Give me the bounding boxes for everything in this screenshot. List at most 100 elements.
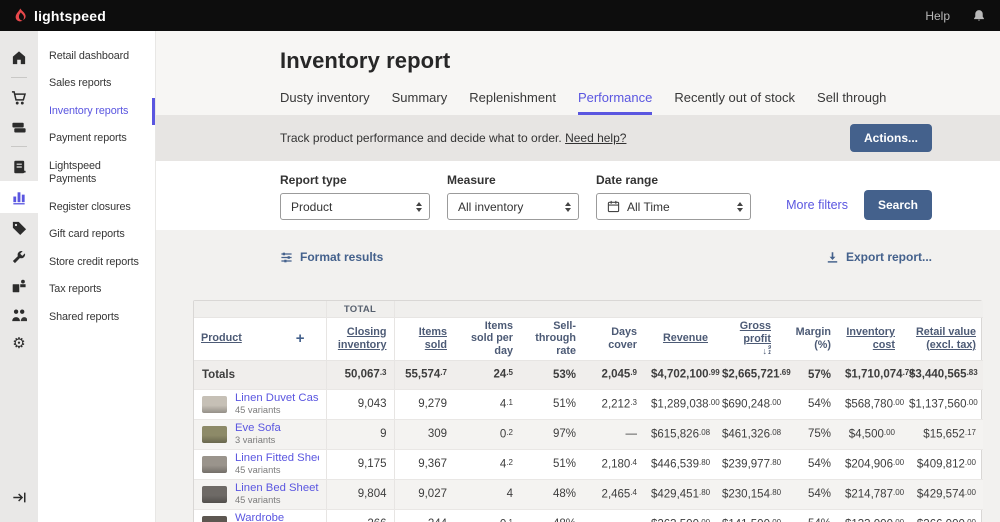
column-header-stack: Retail value (excl. tax) [909,326,976,351]
product-link[interactable]: Linen Bed Sheet [235,482,319,494]
value-cell: 4.1 [454,389,520,420]
tab-summary[interactable]: Summary [392,90,448,115]
tag-icon[interactable] [0,213,38,242]
product-thumbnail [202,395,227,413]
banner-text: Track product performance and decide wha… [280,131,626,145]
product-link[interactable]: Wardrobe [235,512,284,522]
product-text: Linen Fitted Sheet 45 variants [235,452,319,476]
inventory-icon[interactable] [0,271,38,300]
total-group-spacer [838,301,902,318]
add-column-button[interactable]: + [296,331,305,346]
format-results-button[interactable]: Format results [280,250,383,264]
bell-icon[interactable] [972,8,986,23]
value-cell: $409,812.00 [902,449,983,480]
tab-performance[interactable]: Performance [577,90,653,115]
column-header-revenue[interactable]: Revenue [644,317,715,361]
product-header: Product + [201,331,319,346]
decimal-part: .00 [965,518,976,522]
calendar-icon [607,200,620,213]
column-label[interactable]: Gross profit [722,320,771,345]
total-group-spacer [394,301,454,318]
value-cell: $204,906.00 [838,449,904,480]
value-cell: — [583,419,644,450]
value-cell: 9,367 [394,449,454,480]
value-cell: 0.1 [454,509,520,522]
sidebar-item-register-closures[interactable]: Register closures [38,194,155,221]
totals-value: $4,702,100.99 [644,360,720,390]
help-link[interactable]: Help [925,9,950,23]
banner-sentence: Track product performance and decide wha… [280,131,562,145]
search-button[interactable]: Search [863,190,932,220]
column-header-product[interactable]: Product + [194,317,327,361]
tab-recently-out-of-stock[interactable]: Recently out of stock [674,90,795,115]
totals-value: $2,665,721.69 [715,360,791,390]
report-content: Format results Export report... TOTAL Pr… [156,230,1000,522]
decimal-part: .00 [892,487,905,497]
sidebar-item-inventory-reports[interactable]: Inventory reports [38,97,155,126]
filter-actions: More filters Search [786,190,932,220]
export-report-button[interactable]: Export report... [826,250,932,264]
sidebar-item-shared-reports[interactable]: Shared reports [38,304,155,331]
sidebar-item-tax-reports[interactable]: Tax reports [38,276,155,303]
column-header-stack: Closing inventory [334,326,387,351]
sidebar-item-store-credit-reports[interactable]: Store credit reports [38,249,155,276]
ledger-icon[interactable] [0,152,38,181]
lightspeed-logo[interactable]: lightspeed [12,7,106,24]
sidebar-item-sales-reports[interactable]: Sales reports [38,70,155,97]
tab-dusty-inventory[interactable]: Dusty inventory [280,90,370,115]
settings-icon[interactable]: ⚙ [0,329,38,358]
report-type-select[interactable]: Product [280,193,430,220]
download-icon [826,251,839,264]
collapse-icon[interactable] [0,483,38,512]
column-label[interactable]: Items sold [402,326,447,351]
wrench-icon[interactable] [0,242,38,271]
tab-replenishment[interactable]: Replenishment [469,90,556,115]
column-header-stack: Days cover [590,326,637,351]
column-header-inventory-cost[interactable]: Inventory cost [838,317,902,361]
column-label[interactable]: Product [201,332,242,345]
column-label[interactable]: Retail value (excl. tax) [909,326,976,351]
product-text: Linen Bed Sheet 45 variants [235,482,319,506]
column-header-gross-profit[interactable]: Gross profit ↓ 9 1 [715,317,778,361]
column-header-retail-value-excl-tax[interactable]: Retail value (excl. tax) [902,317,983,361]
total-group-spacer [644,301,715,318]
reports-icon[interactable] [0,181,38,213]
column-label: Sell-through rate [535,319,576,357]
column-header-stack: Margin (%) [785,326,831,351]
value-cell: 9,043 [326,389,395,420]
more-filters-link[interactable]: More filters [786,198,848,212]
sidebar-item-payment-reports[interactable]: Payment reports [38,125,155,152]
table-row: Wardrobe45 variants 2662440.148%—$263,500… [194,509,983,522]
sidebar-item-gift-card-reports[interactable]: Gift card reports [38,221,155,248]
measure-select[interactable]: All inventory [447,193,579,220]
column-label[interactable]: Closing inventory [334,326,387,351]
product-link[interactable]: Linen Fitted Sheet [235,452,319,464]
need-help-link[interactable]: Need help? [565,131,626,145]
actions-button[interactable]: Actions... [849,124,932,152]
register-icon[interactable] [0,112,38,141]
totals-value: 24.5 [454,360,520,390]
stepper-icon [416,201,422,212]
product-text: Eve Sofa 3 variants [235,422,281,446]
product-link[interactable]: Eve Sofa [235,422,281,434]
product-link[interactable]: Linen Duvet Case [235,392,319,404]
column-header-items-sold[interactable]: Items sold [394,317,454,361]
tab-sell-through[interactable]: Sell through [817,90,886,115]
date-range-select[interactable]: All Time [596,193,751,220]
column-label[interactable]: Inventory cost [845,326,895,351]
home-icon[interactable] [0,43,38,72]
sort-desc-icon[interactable]: ↓ 9 1 [762,345,771,357]
tabs: Dusty inventory Summary Replenishment Perfo… [280,90,932,115]
sidebar-item-retail-dashboard[interactable]: Retail dashboard [38,43,155,70]
stepper-icon [737,201,743,212]
column-label[interactable]: Revenue [663,332,708,345]
customers-icon[interactable] [0,300,38,329]
total-group-spacer [715,301,778,318]
sidebar-item-lightspeed-payments[interactable]: Lightspeed Payments [38,153,155,194]
column-header-closing-inventory[interactable]: Closing inventory [326,317,395,361]
cart-icon[interactable] [0,83,38,112]
value-cell: $15,652.17 [902,419,983,450]
value-cell: $446,539.80 [644,449,715,480]
total-group-label: TOTAL [326,301,395,318]
value-cell: $461,326.08 [715,419,781,450]
